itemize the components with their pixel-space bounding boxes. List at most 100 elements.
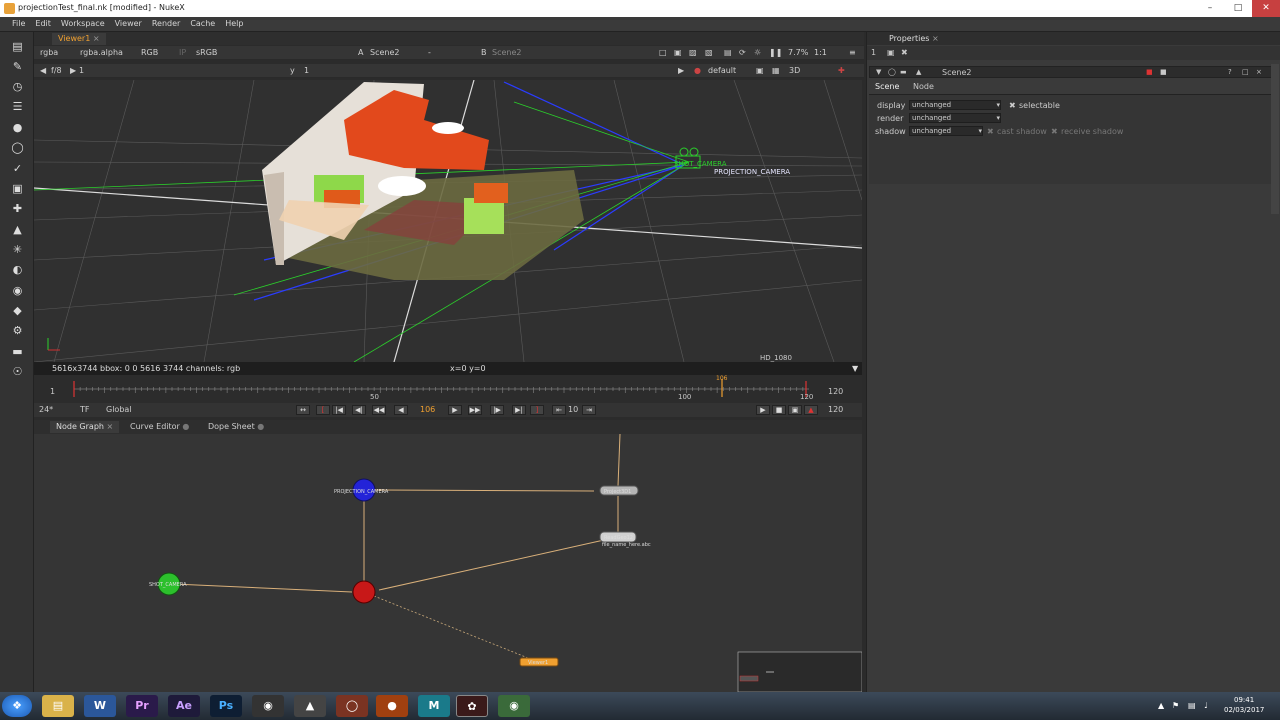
metadata-tool-icon[interactable]: ◆	[11, 304, 24, 317]
node-color-swatch[interactable]: ■	[1146, 68, 1153, 76]
premiere-app[interactable]: Pr	[126, 695, 158, 717]
revert-icon[interactable]: ■	[1160, 68, 1167, 76]
step-field[interactable]: 10	[568, 405, 578, 414]
ratio-dropdown[interactable]: 1:1	[814, 48, 827, 57]
time-tool-icon[interactable]: ◷	[11, 80, 24, 93]
prev-arrow-icon[interactable]: ◀	[40, 66, 46, 75]
tab-node-graph[interactable]: Node Graph ×	[50, 421, 120, 433]
tab-curve-editor[interactable]: Curve Editor ●	[124, 421, 195, 433]
receive-shadow-checkbox[interactable]: ✖	[1051, 127, 1058, 136]
close-icon[interactable]: ●	[257, 422, 264, 431]
file-explorer-icon[interactable]: ▤	[42, 695, 74, 717]
a-input-dropdown[interactable]: Scene2	[370, 48, 399, 57]
tray-network-icon[interactable]: ▤	[1188, 701, 1196, 710]
menu-cache[interactable]: Cache	[185, 17, 220, 30]
in-out-icon[interactable]: ↔	[296, 405, 310, 415]
channels-dropdown[interactable]: rgba	[40, 48, 58, 57]
viewer-settings-icon[interactable]: ≡	[849, 48, 856, 57]
display-dropdown[interactable]: unchanged ▾	[909, 100, 1001, 110]
node-shot-camera[interactable]: SHOT_CAMERA	[149, 572, 187, 596]
zoom-dropdown[interactable]: 7.7%	[788, 48, 808, 57]
step-forward-button[interactable]: ▶▶	[468, 405, 482, 415]
collapse-icon[interactable]: ▼	[876, 68, 881, 76]
skip-back-button[interactable]: ⇤	[552, 405, 566, 415]
keyer-tool-icon[interactable]: ✓	[11, 162, 24, 175]
last-frame-button[interactable]: ▶|	[512, 405, 526, 415]
clock-date[interactable]: 02/03/2017	[1224, 706, 1264, 714]
menu-file[interactable]: File	[7, 17, 30, 30]
photoshop-app[interactable]: Ps	[210, 695, 242, 717]
back-step-button[interactable]: ◀◀	[372, 405, 386, 415]
tab-dope-sheet[interactable]: Dope Sheet ●	[202, 421, 270, 433]
image-tool-icon[interactable]: ▤	[11, 40, 24, 53]
record-icon[interactable]: ●	[694, 66, 701, 75]
furnace-tool-icon[interactable]: ☉	[11, 365, 24, 378]
tab-viewer1[interactable]: Viewer1 ×	[52, 33, 106, 45]
node-color-icon[interactable]: ▬	[900, 68, 907, 76]
firefox-icon[interactable]: ●	[376, 695, 408, 717]
render-icon[interactable]: ▶	[678, 66, 684, 75]
first-frame-button[interactable]: |◀	[332, 405, 346, 415]
gain-icon[interactable]: ☼	[754, 48, 761, 57]
close-icon[interactable]: ×	[107, 422, 114, 431]
particles-tool-icon[interactable]: ✳	[11, 243, 24, 256]
substance-icon[interactable]: ◯	[336, 695, 368, 717]
alpha-dropdown[interactable]: rgba.alpha	[80, 48, 123, 57]
ip-button[interactable]: IP	[179, 48, 186, 57]
start-button[interactable]: ❖	[2, 695, 32, 717]
clock-time[interactable]: 09:41	[1234, 696, 1254, 704]
mask-icon[interactable]: ▤	[724, 48, 732, 57]
close-icon[interactable]: ×	[93, 34, 100, 43]
merge-tool-icon[interactable]: ▣	[11, 182, 24, 195]
lock-icon[interactable]: ▣	[756, 66, 764, 75]
node-graph-minimap[interactable]	[737, 651, 862, 692]
render-dropdown[interactable]: unchanged ▾	[909, 113, 1001, 123]
proxy-icon[interactable]: ▣	[674, 48, 682, 57]
after-effects-app[interactable]: Ae	[168, 695, 200, 717]
tf-dropdown[interactable]: TF	[80, 405, 90, 414]
maya-icon[interactable]: M	[418, 695, 450, 717]
wipe-icon[interactable]: ▧	[705, 48, 713, 57]
channel-tool-icon[interactable]: ☰	[11, 100, 24, 113]
node-scene[interactable]	[352, 580, 376, 604]
b-input-dropdown[interactable]: Scene2	[492, 48, 521, 57]
filter-tool-icon[interactable]: ◯	[11, 141, 24, 154]
play-forward-button[interactable]: ▶	[448, 405, 462, 415]
obs-icon[interactable]: ◉	[252, 695, 284, 717]
roi-icon[interactable]: □	[659, 48, 667, 57]
in-point-button[interactable]: [	[316, 405, 330, 415]
timeline[interactable]: 1 50 100 120 106 120	[34, 375, 862, 403]
frame-field[interactable]: 1	[79, 66, 84, 75]
play-backward-button[interactable]: ◀	[394, 405, 408, 415]
next-arrow-icon[interactable]: ▶	[70, 66, 76, 75]
skip-forward-button[interactable]: ⇥	[582, 405, 596, 415]
close-icon[interactable]: ●	[182, 422, 189, 431]
cache-button[interactable]: ■	[772, 405, 786, 415]
y-field[interactable]: 1	[304, 66, 309, 75]
next-keyframe-button[interactable]: |▶	[490, 405, 504, 415]
node-projection-camera[interactable]: PROJECTION_CAMERA	[334, 478, 389, 502]
color-tool-icon[interactable]: ●	[11, 121, 24, 134]
lock-range-button[interactable]: ▣	[788, 405, 802, 415]
close-icon[interactable]: ×	[932, 34, 939, 43]
chrome-icon[interactable]: ◉	[498, 695, 530, 717]
camera-dropdown[interactable]: default	[708, 66, 736, 75]
menu-render[interactable]: Render	[147, 17, 185, 30]
menu-viewer[interactable]: Viewer	[110, 17, 147, 30]
3d-tool-icon[interactable]: ▲	[11, 223, 24, 236]
lock-node-icon[interactable]: ▲	[916, 68, 921, 76]
float-icon[interactable]: ◯	[888, 68, 896, 76]
tray-volume-icon[interactable]: ♩	[1204, 701, 1208, 710]
maximize-button[interactable]: □	[1224, 0, 1252, 17]
3d-viewport[interactable]: SHOT_CAMERA PROJECTION_CAMERA HD_1080	[34, 80, 862, 362]
out-point-button[interactable]: ]	[530, 405, 544, 415]
shadow-dropdown[interactable]: unchanged ▾	[909, 126, 983, 136]
selectable-checkbox[interactable]: ✖	[1009, 101, 1016, 110]
nuke-taskbar-icon[interactable]: ✿	[456, 695, 488, 717]
transform-tool-icon[interactable]: ✚	[11, 202, 24, 215]
node-readgeo[interactable]: ReadGeo12 file_name_here.abc	[599, 531, 651, 548]
overlay-icon[interactable]: ▨	[689, 48, 697, 57]
properties-scrollbar[interactable]	[1271, 64, 1279, 214]
compare-dropdown[interactable]: -	[428, 48, 431, 57]
cast-shadow-checkbox[interactable]: ✖	[987, 127, 994, 136]
